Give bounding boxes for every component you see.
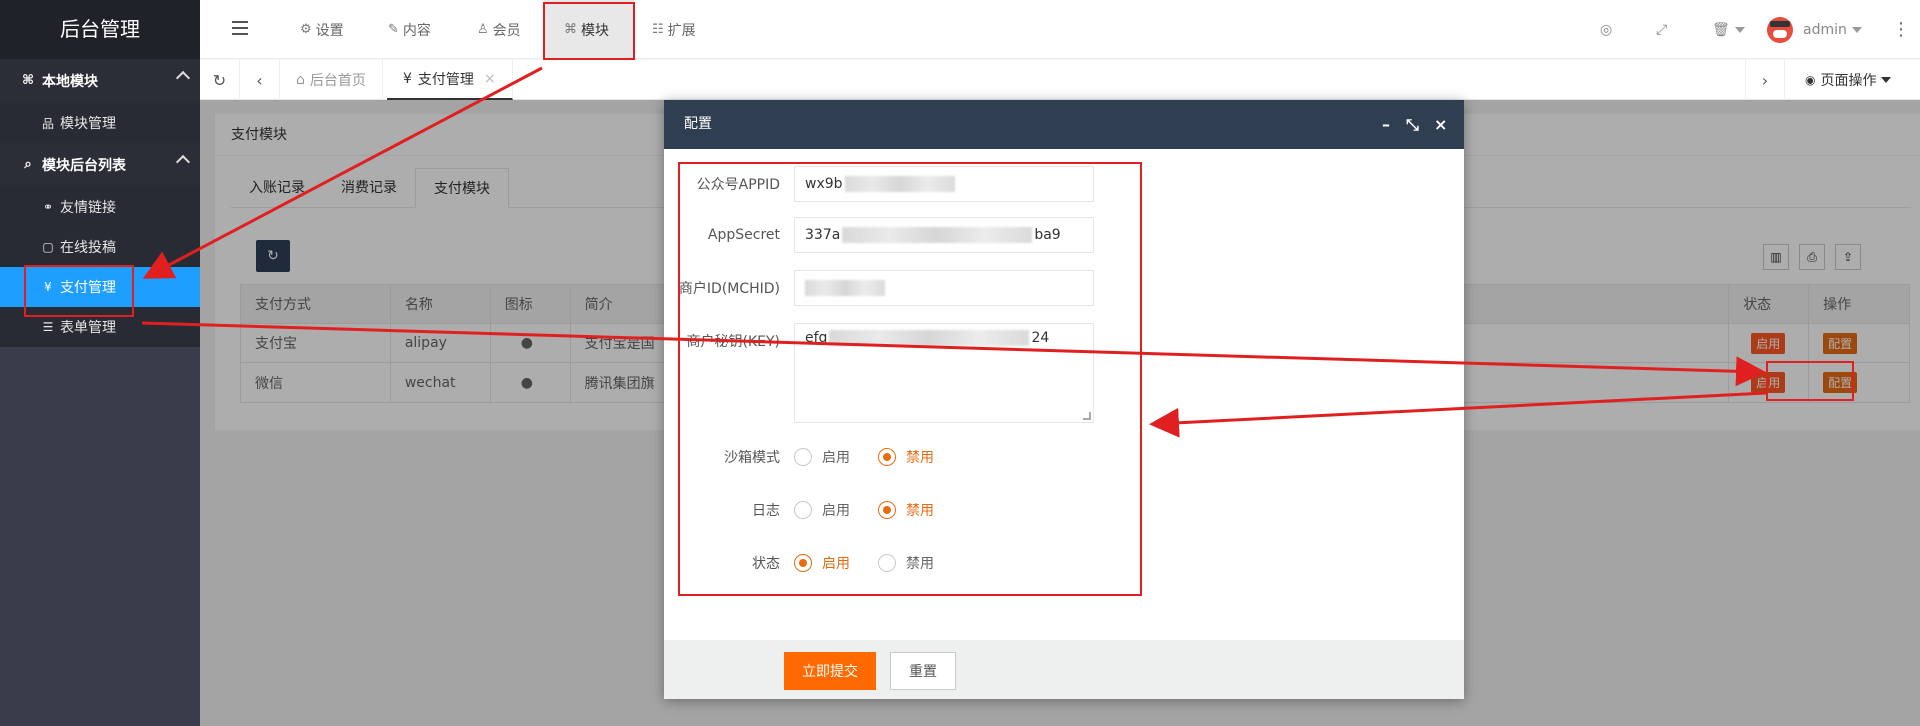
arrow-config-to-form bbox=[1149, 391, 1767, 438]
arrow-payment-to-config bbox=[141, 321, 1766, 387]
annotation-arrows bbox=[141, 66, 1767, 438]
arrow-modules-to-payment bbox=[142, 66, 543, 279]
